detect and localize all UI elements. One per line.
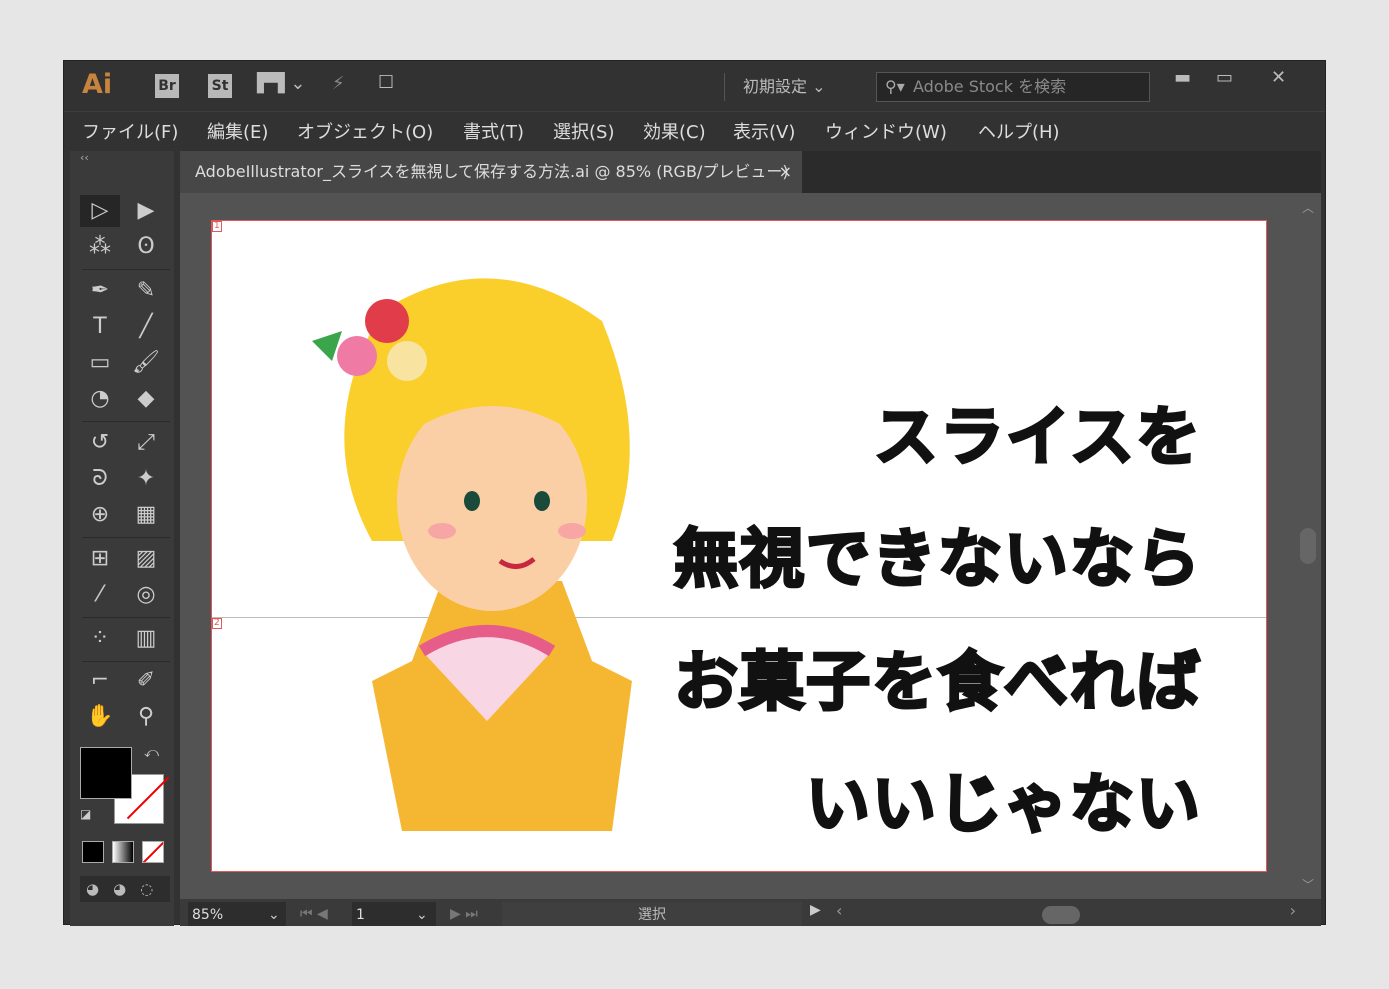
gradient-mode-button[interactable] [112,841,134,863]
eyedropper-tool[interactable]: ⁄ [80,579,120,611]
artboard-dropdown[interactable]: ⌄ [412,902,436,926]
collapse-panel-icon[interactable]: ‹‹ [80,151,89,164]
magic-wand-tool[interactable]: ⁂ [80,231,120,263]
direct-selection-tool[interactable]: ▶ [126,195,166,227]
scale-tool[interactable]: ⤢ [126,427,166,459]
tools-panel: ‹‹ ▷ ▶ ⁂ ʘ ✒ ✎ T ╱ ▭ 🖌 ◔ ◆ ↺ ⤢ ᘐ ✦ ⊕ ▦ ⊞… [70,151,174,926]
maximize-button[interactable]: ▭ [1216,67,1233,88]
artboard-number-field[interactable]: 1 [352,902,412,926]
marie-antoinette-illustration [312,278,632,831]
search-placeholder: Adobe Stock を検索 [913,77,1067,96]
lasso-tool[interactable]: ʘ [126,231,166,263]
search-icon: ⚲▾ [885,77,905,96]
type-tool[interactable]: T [80,311,120,343]
status-bar: 85% ⌄ ⏮ ◀ 1 ⌄ ▶ ⏭ 選択 ▶ ‹ › [180,899,1321,926]
menu-type[interactable]: 書式(T) [463,118,524,144]
next-artboard-button[interactable]: ▶ ⏭ [450,902,478,926]
gpu-performance-icon[interactable]: ⚡ [332,73,345,94]
shaper-tool[interactable]: ◔ [80,383,120,415]
chevron-down-icon: ⌄ [812,77,826,96]
first-artboard-button[interactable]: ⏮ ◀ [300,902,328,926]
document-tab-title: AdobeIllustrator_スライスを無視して保存する方法.ai @ 85… [195,162,789,181]
warp-tool[interactable]: ᘐ [80,463,120,495]
blend-tool[interactable]: ◎ [126,579,166,611]
document-tab[interactable]: AdobeIllustrator_スライスを無視して保存する方法.ai @ 85… [180,151,802,193]
touch-workspace-icon[interactable]: ☐ [378,72,394,93]
shape-builder-tool[interactable]: ⊕ [80,499,120,531]
artboard-text-line-4: いいじゃない [805,767,1202,844]
artboard-text-line-2: 無視できないなら [673,522,1202,599]
horizontal-scrollbar[interactable]: ‹ › [836,901,1296,924]
rectangle-tool[interactable]: ▭ [80,347,120,379]
column-graph-tool[interactable]: ▥ [126,623,166,655]
menu-effect[interactable]: 効果(C) [643,118,706,144]
swap-colors-icon[interactable]: ⤺ [144,745,159,761]
none-mode-button[interactable] [142,841,164,863]
artboard[interactable]: 1 2 スライスを 無視できないなら お菓子を食べれば いいじゃない [211,220,1267,872]
zoom-dropdown[interactable]: ⌄ [264,902,286,926]
paintbrush-tool[interactable]: 🖌 [126,347,166,379]
selection-tool[interactable]: ▷ [80,195,120,227]
horizontal-scroll-thumb[interactable] [1042,906,1080,924]
menu-bar: ファイル(F) 編集(E) オブジェクト(O) 書式(T) 選択(S) 効果(C… [64,111,1325,149]
menu-select[interactable]: 選択(S) [553,118,614,144]
default-colors-icon[interactable]: ◪ [80,807,91,821]
perspective-grid-tool[interactable]: ▦ [126,499,166,531]
document-tab-bar: AdobeIllustrator_スライスを無視して保存する方法.ai @ 85… [180,151,1321,193]
menu-file[interactable]: ファイル(F) [82,118,178,144]
close-tab-button[interactable]: × [779,151,792,193]
slice-label-1: 1 [212,221,222,232]
hand-tool[interactable]: ✋ [80,701,120,733]
pen-tool[interactable]: ✒ [80,275,120,307]
line-tool[interactable]: ╱ [126,311,166,343]
bridge-button[interactable]: Br [155,74,179,98]
menu-window[interactable]: ウィンドウ(W) [825,118,947,144]
stock-button[interactable]: St [208,74,232,98]
symbol-sprayer-tool[interactable]: ⁘ [80,623,120,655]
zoom-level-field[interactable]: 85% [188,902,264,926]
menu-help[interactable]: ヘルプ(H) [978,118,1060,144]
workspace-switcher[interactable]: 初期設定 ⌄ [724,73,826,101]
mesh-tool[interactable]: ⊞ [80,543,120,575]
stock-search-input[interactable]: ⚲▾ Adobe Stock を検索 [876,72,1150,102]
vertical-scroll-thumb[interactable] [1300,528,1316,564]
ai-logo: Ai [82,69,113,100]
gradient-tool[interactable]: ▨ [126,543,166,575]
menu-edit[interactable]: 編集(E) [207,118,268,144]
close-window-button[interactable]: ✕ [1271,67,1286,88]
fill-swatch[interactable] [80,747,132,799]
zoom-tool[interactable]: ⚲ [126,701,166,733]
eraser-tool[interactable]: ◆ [126,383,166,415]
rotate-tool[interactable]: ↺ [80,427,120,459]
artboard-text-line-1: スライスを [872,400,1202,477]
slice-tool[interactable]: ✐ [126,665,166,697]
artboard-text-line-3: お菓子を食べれば [673,645,1202,722]
artboard-tool[interactable]: ⌐ [80,665,120,697]
title-bar: Ai Br St ▛▜ ⌄ ⚡ ☐ 初期設定 ⌄ ⚲▾ Adobe Stock を… [64,61,1325,111]
vertical-scrollbar[interactable]: ︿ ﹀ [1295,193,1321,901]
menu-object[interactable]: オブジェクト(O) [297,118,433,144]
minimize-button[interactable]: ▬ [1174,67,1191,88]
status-menu-arrow[interactable]: ▶ [810,902,821,918]
document-area: AdobeIllustrator_スライスを無視して保存する方法.ai @ 85… [180,151,1321,926]
arrange-documents-icon[interactable]: ▛▜ ⌄ [257,73,306,94]
color-mode-button[interactable] [82,841,104,863]
illustrator-window: Ai Br St ▛▜ ⌄ ⚡ ☐ 初期設定 ⌄ ⚲▾ Adobe Stock を… [63,60,1326,926]
draw-mode-buttons[interactable]: ◕◕◌ [80,876,170,902]
menu-view[interactable]: 表示(V) [733,118,795,144]
workspace-label: 初期設定 [743,77,808,96]
slice-label-2: 2 [212,618,222,629]
puppet-warp-tool[interactable]: ✦ [126,463,166,495]
curvature-tool[interactable]: ✎ [126,275,166,307]
current-tool-status[interactable]: 選択 [502,902,802,926]
